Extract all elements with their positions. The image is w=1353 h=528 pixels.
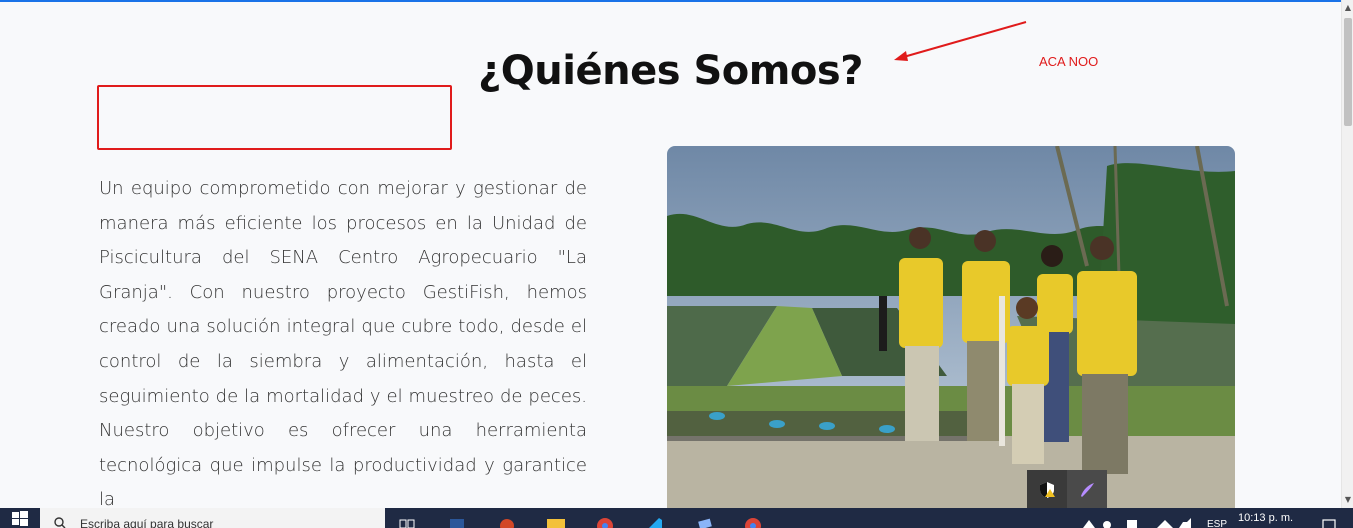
person-5 xyxy=(1077,236,1137,474)
powerpoint-icon[interactable] xyxy=(496,510,518,528)
start-button[interactable] xyxy=(0,508,40,528)
scroll-thumb[interactable] xyxy=(1344,18,1352,126)
shield-warning-button[interactable] xyxy=(1027,470,1067,508)
annotation-arrow xyxy=(894,21,1027,61)
about-description: Un equipo comprometido con mejorar y ges… xyxy=(99,178,587,508)
notification-icon[interactable] xyxy=(1322,516,1336,528)
vscode-icon[interactable] xyxy=(644,510,666,528)
shield-icon xyxy=(1040,482,1055,498)
scroll-down-arrow-icon[interactable]: ▼ xyxy=(1344,495,1352,505)
team-photo xyxy=(667,146,1235,508)
system-tray xyxy=(1075,508,1195,528)
file-explorer-icon[interactable] xyxy=(545,510,567,528)
taskbar-search-placeholder: Escriba aquí para buscar xyxy=(80,517,214,528)
pen-tool-button[interactable] xyxy=(1067,470,1107,508)
chrome-icon[interactable] xyxy=(594,510,616,528)
floating-toolbar xyxy=(1027,470,1107,508)
taskbar-clock[interactable]: 10:13 p. m. xyxy=(1238,512,1293,524)
tray-icons xyxy=(1083,518,1191,528)
search-icon xyxy=(54,517,66,528)
annotation-note: ACA NOO xyxy=(1039,54,1099,69)
scroll-up-arrow-icon[interactable]: ▲ xyxy=(1344,3,1352,13)
windows-logo-icon xyxy=(12,511,28,526)
language-indicator[interactable]: ESP xyxy=(1207,519,1227,528)
windows-taskbar: Escriba aquí para buscar ESP 10:13 p. m. xyxy=(0,508,1353,528)
word-icon[interactable] xyxy=(446,510,468,528)
chrome-icon[interactable] xyxy=(742,510,764,528)
task-view-icon[interactable] xyxy=(396,510,418,528)
vertical-scrollbar[interactable]: ▲ ▼ xyxy=(1341,0,1353,508)
pen-icon xyxy=(1081,483,1094,497)
annotation-box xyxy=(97,85,452,150)
taskbar-search-box[interactable]: Escriba aquí para buscar xyxy=(40,508,385,528)
app-icon[interactable] xyxy=(694,510,716,528)
team-photo-illustration xyxy=(667,146,1235,508)
page-content: ¿Quiénes Somos? ACA NOO Un equipo compro… xyxy=(0,2,1341,508)
